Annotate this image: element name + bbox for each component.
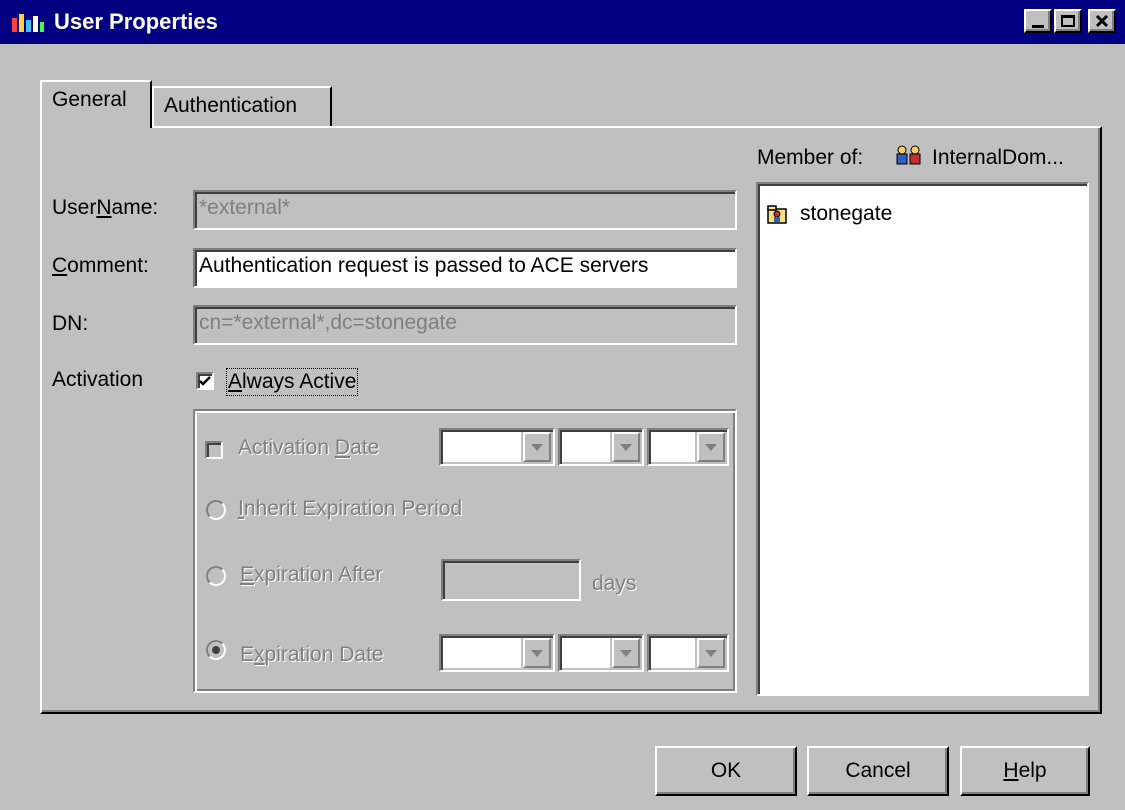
- user-properties-icon: [12, 14, 44, 32]
- dn-field[interactable]: cn=*external*,dc=stonegate: [193, 305, 737, 345]
- member-of-list[interactable]: stonegate: [756, 182, 1089, 696]
- username-label: UserName:: [52, 196, 158, 220]
- member-of-domain: InternalDom...: [932, 146, 1064, 169]
- activation-date-checkbox[interactable]: [205, 441, 223, 459]
- expiration-after-label-mnemonic: E: [240, 563, 255, 586]
- activation-label: Activation: [52, 368, 144, 391]
- close-icon: [1095, 14, 1109, 28]
- activation-date-label-post: ate: [350, 436, 380, 459]
- expiration-month-combo[interactable]: [558, 634, 644, 672]
- username-label-pre: User: [52, 196, 97, 219]
- activation-month-combo[interactable]: [558, 428, 644, 466]
- chevron-down-icon: [612, 432, 640, 462]
- expiration-after-label-post: xpiration After: [254, 563, 383, 586]
- help-button-label-post: elp: [1018, 759, 1047, 782]
- comment-label: Comment:: [52, 254, 149, 278]
- expiration-date-radio[interactable]: [206, 640, 226, 660]
- comment-value: Authentication request is passed to ACE …: [199, 254, 649, 277]
- chevron-down-icon: [523, 638, 551, 668]
- username-label-post: ame:: [111, 196, 159, 219]
- cancel-button[interactable]: Cancel: [807, 746, 949, 796]
- chevron-down-icon: [697, 638, 725, 668]
- activation-date-label: Activation Date: [238, 436, 379, 460]
- help-button-label: Help: [1003, 759, 1046, 783]
- activation-day-combo[interactable]: [647, 428, 729, 466]
- always-active-label[interactable]: Always Active: [225, 368, 359, 396]
- expiration-after-label: Expiration After: [240, 563, 382, 587]
- help-button-mnemonic: H: [1003, 759, 1019, 782]
- tab-general-label: General: [52, 88, 127, 111]
- chevron-down-icon: [612, 638, 640, 668]
- expiration-after-radio[interactable]: [206, 566, 226, 586]
- username-field[interactable]: *external*: [193, 190, 737, 230]
- activation-date-label-mnemonic: D: [334, 436, 351, 459]
- expiration-year-combo[interactable]: [439, 634, 555, 672]
- comment-label-post: omment:: [67, 254, 149, 277]
- ok-button[interactable]: OK: [655, 746, 797, 796]
- expiration-date-label-pre: E: [240, 643, 255, 666]
- title-bar[interactable]: User Properties: [0, 0, 1125, 44]
- cancel-button-label: Cancel: [845, 759, 911, 782]
- days-unit-label: days: [592, 572, 637, 595]
- dn-label: DN:: [52, 312, 89, 335]
- expiration-date-label-mnemonic: x: [254, 643, 265, 666]
- users-group-icon: [896, 145, 921, 165]
- always-active-label-post: lways Active: [242, 370, 357, 393]
- checkmark-icon: [199, 376, 211, 386]
- radio-selected-dot: [212, 646, 220, 654]
- tab-authentication-label: Authentication: [164, 94, 298, 117]
- expiration-date-label: Expiration Date: [240, 643, 384, 667]
- chevron-down-icon: [697, 432, 725, 462]
- list-item-label: stonegate: [800, 202, 893, 225]
- ok-button-label: OK: [710, 759, 742, 782]
- maximize-icon: [1061, 15, 1075, 27]
- maximize-button[interactable]: [1054, 9, 1082, 33]
- help-button[interactable]: Help: [960, 746, 1090, 796]
- group-folder-icon: [767, 205, 787, 224]
- always-active-label-mnemonic: A: [228, 370, 243, 393]
- tab-authentication[interactable]: Authentication: [152, 86, 332, 126]
- expiration-days-field[interactable]: [441, 559, 581, 601]
- expiration-day-combo[interactable]: [647, 634, 729, 672]
- list-item[interactable]: stonegate: [766, 202, 892, 226]
- member-of-label: Member of:: [757, 146, 864, 169]
- comment-label-mnemonic: C: [52, 254, 68, 277]
- username-value: *external*: [199, 196, 291, 219]
- activation-year-combo[interactable]: [439, 428, 555, 466]
- inherit-expiration-label: Inherit Expiration Period: [238, 497, 462, 521]
- window-title: User Properties: [54, 9, 218, 34]
- dn-value: cn=*external*,dc=stonegate: [199, 311, 458, 334]
- expiration-date-label-post: piration Date: [264, 643, 384, 666]
- tab-join: [42, 126, 150, 129]
- activation-date-label-pre: Activation: [238, 436, 335, 459]
- minimize-button[interactable]: [1024, 9, 1052, 33]
- minimize-icon: [1032, 24, 1044, 28]
- inherit-expiration-label-post: nherit Expiration Period: [243, 497, 463, 520]
- tab-general[interactable]: General: [40, 80, 152, 128]
- inherit-expiration-radio[interactable]: [206, 500, 226, 520]
- chevron-down-icon: [523, 432, 551, 462]
- comment-field[interactable]: Authentication request is passed to ACE …: [193, 248, 737, 288]
- close-button[interactable]: [1088, 9, 1116, 33]
- username-label-mnemonic: N: [96, 196, 112, 219]
- always-active-checkbox[interactable]: [196, 372, 214, 390]
